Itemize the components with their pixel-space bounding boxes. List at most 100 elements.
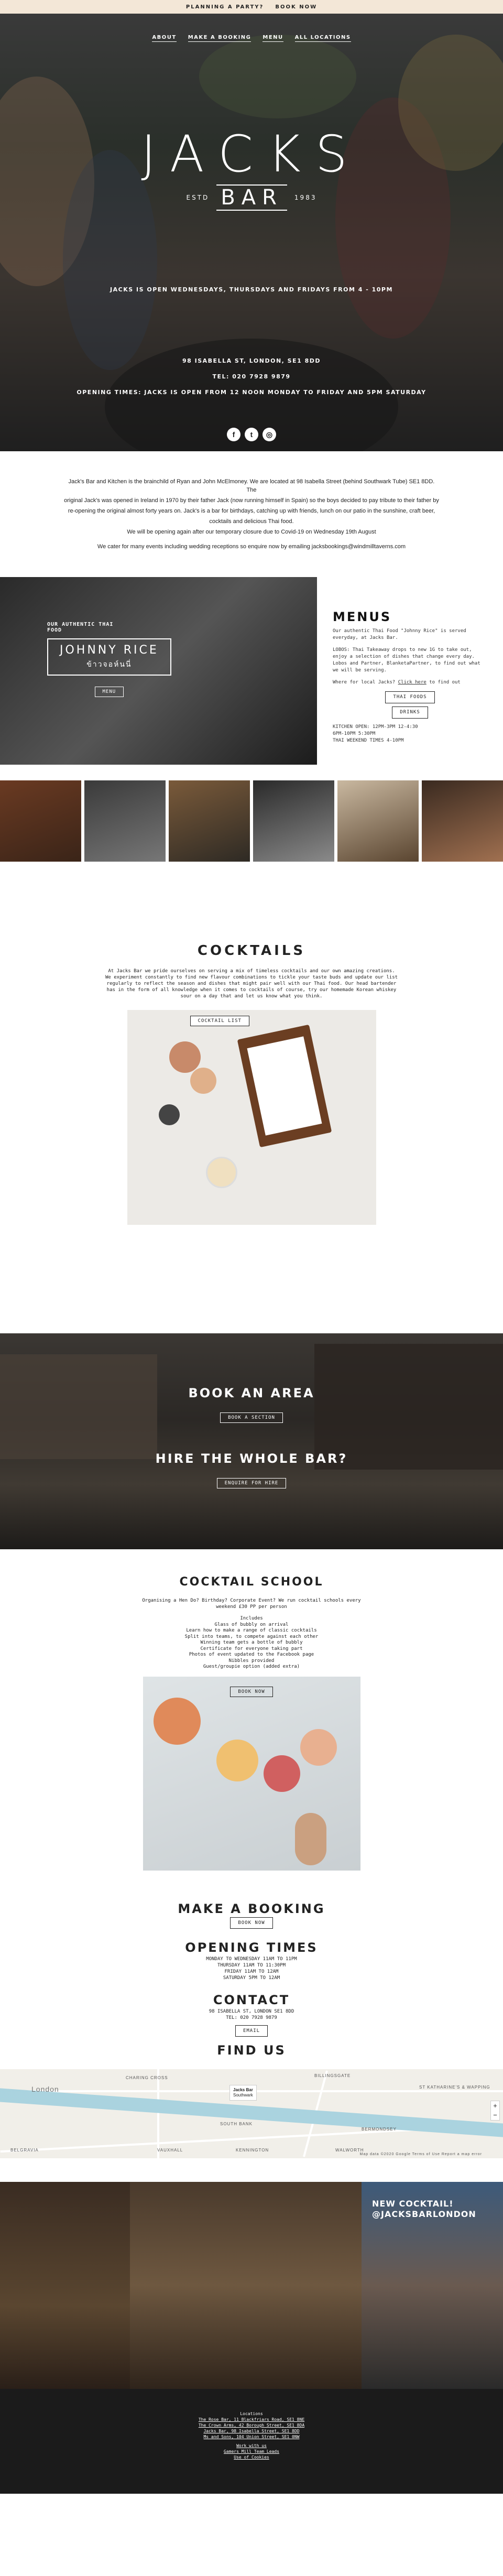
photo-shape [169, 1041, 201, 1073]
map-pin[interactable]: Jacks Bar Southwark [229, 2085, 257, 2101]
photo-shape [216, 1739, 258, 1781]
main-nav: ABOUT MAKE A BOOKING MENU ALL LOCATIONS [0, 35, 503, 42]
email-button[interactable]: EMAIL [235, 2025, 268, 2037]
hire-bar-title: HIRE THE WHOLE BAR? [155, 1451, 348, 1466]
contact-address: 98 ISABELLA ST, LONDON SE1 8DD [209, 2009, 294, 2014]
contact-title: CONTACT [213, 1993, 290, 2007]
menus-info: MENUS Our authentic Thai Food "Johnny Ri… [317, 577, 503, 765]
menus-title: MENUS [333, 610, 392, 624]
booking-button[interactable]: BOOK NOW [230, 1917, 273, 1929]
nav-make-a-booking[interactable]: MAKE A BOOKING [188, 35, 252, 42]
gallery-photo [337, 780, 419, 862]
hero-opening-times: OPENING TIMES: JACKS IS OPEN FROM 12 NOO… [76, 389, 427, 396]
footer-heading: Locations [240, 2411, 263, 2416]
johnny-rice-brand: JOHNNY RICE ข้าวจอห์นนี่ [47, 638, 171, 676]
logo-name: JACKS [141, 125, 362, 183]
instagram-icon[interactable]: ◎ [263, 428, 276, 441]
top-banner: PLANNING A PARTY? BOOK NOW [0, 0, 503, 14]
opening-times-title: OPENING TIMES [185, 1940, 318, 1955]
cocktail-list-button[interactable]: COCKTAIL LIST [190, 1016, 249, 1026]
cocktails-description: At Jacks Bar we pride ourselves on servi… [105, 969, 398, 999]
work-with-us-link[interactable]: Work with us [0, 2443, 503, 2449]
footer: Locations The Rose Bar, 11 Blackfriars R… [0, 2389, 503, 2494]
map-label: ST KATHARINE'S & WAPPING [419, 2085, 490, 2090]
hero-tel: TEL: 020 7928 9879 [212, 373, 291, 380]
map-label: KENNINGTON [236, 2148, 269, 2153]
hero-open-days: JACKS IS OPEN WEDNESDAYS, THURSDAYS AND … [110, 286, 393, 293]
booking-section: MAKE A BOOKING BOOK NOW [0, 1903, 503, 1929]
menus-tag-line: FOOD [47, 627, 62, 633]
map-label: CHARING CROSS [126, 2075, 168, 2080]
johnny-rice-title: JOHNNY RICE [60, 644, 159, 657]
opening-times-line: MONDAY TO WEDNESDAY 11AM TO 11PM [206, 1957, 297, 1962]
zoom-out-icon[interactable]: − [491, 2111, 499, 2120]
footer-credit-link[interactable]: Gamers Mill Team Leads [0, 2449, 503, 2454]
nav-all-locations[interactable]: ALL LOCATIONS [294, 35, 351, 42]
footer-location-link[interactable]: The Crown Arms, 42 Borough Street, SE1 8… [0, 2422, 503, 2428]
drinks-button[interactable]: DRINKS [392, 707, 428, 719]
map-label: VAUXHALL [157, 2148, 183, 2153]
intro-line: We will be opening again after our tempo… [127, 529, 376, 535]
photo-shape [153, 1697, 201, 1745]
map-credit: Map data ©2020 Google Terms of Use Repor… [359, 2153, 482, 2156]
enquire-hire-button[interactable]: ENQUIRE FOR HIRE [216, 1478, 287, 1488]
johnny-rice-menu-button[interactable]: MENU [94, 687, 124, 697]
photo-shape [158, 1104, 180, 1125]
gallery-photo [422, 780, 503, 862]
location-map[interactable]: SOUTH BANK London KENNINGTON BERMONDSEY … [0, 2069, 503, 2158]
contact-tel: TEL: 020 7928 9879 [226, 2015, 277, 2020]
logo-bar: BAR [216, 184, 287, 211]
thai-foods-button[interactable]: THAI FOODS [385, 691, 435, 703]
find-us-section: FIND US [0, 2043, 503, 2058]
photo-shape [300, 1729, 337, 1766]
nav-menu[interactable]: MENU [263, 35, 283, 42]
cocktail-school-photo: BOOK NOW [143, 1676, 360, 1871]
johnny-rice-thai: ข้าวจอห์นนี่ [86, 660, 132, 669]
social-links: f t ◎ [0, 428, 503, 441]
footer-location-link[interactable]: The Rose Bar, 11 Blackfriars Road, SE1 8… [0, 2417, 503, 2422]
intro-line: cocktails and delicious Thai food. [209, 518, 294, 525]
map-label: BILLINGSGATE [314, 2073, 351, 2078]
nav-about[interactable]: ABOUT [152, 35, 177, 42]
intro-line: Jack's Bar and Kitchen is the brainchild… [68, 479, 435, 493]
opening-times-line: THURSDAY 11AM TO 11:30PM [217, 1963, 286, 1968]
book-an-area-title: BOOK AN AREA [188, 1386, 315, 1400]
hero-photo-shape [199, 35, 356, 118]
map-road [157, 2069, 159, 2158]
kitchen-hours: KITCHEN OPEN: 12PM-3PM 12-4:30 6PM-10PM … [333, 724, 418, 743]
photo-strip [0, 780, 503, 862]
map-label: London [31, 2085, 59, 2093]
footer-location-link[interactable]: Jacks Bar, 98 Isabella Street, SE1 8DD [0, 2428, 503, 2434]
cocktail-school-section: COCKTAIL SCHOOL Organising a Hen Do? Bir… [0, 1549, 503, 1911]
click-here-link[interactable]: Click here [398, 680, 427, 685]
twitter-icon[interactable]: t [245, 428, 258, 441]
menus-section: OUR AUTHENTIC THAI FOOD JOHNNY RICE ข้าว… [0, 577, 503, 765]
map-label: BERMONDSEY [362, 2127, 397, 2132]
menus-text: Our authentic Thai Food "Johnny Rice" is… [333, 628, 466, 640]
menus-tag-line: OUR AUTHENTIC THAI [47, 622, 114, 627]
cocktails-section: COCKTAILS At Jacks Bar we pride ourselve… [0, 862, 503, 1333]
zoom-in-icon[interactable]: + [491, 2101, 499, 2111]
facebook-icon[interactable]: f [227, 428, 240, 441]
menus-text: LOBOS: Thai Takeaway drops to new 1G to … [333, 647, 480, 673]
map-label: WALWORTH [335, 2148, 364, 2153]
gallery-photo [253, 780, 334, 862]
school-book-now-button[interactable]: BOOK NOW [230, 1686, 273, 1697]
opening-times-line: FRIDAY 11AM TO 12AM [224, 1969, 279, 1974]
planning-party-link[interactable]: PLANNING A PARTY? [186, 4, 264, 10]
gallery-photo [84, 780, 166, 862]
intro-events: We cater for many events including weddi… [97, 544, 406, 550]
bottom-photos: NEW COCKTAIL! @JACKSBARLONDON [0, 2182, 503, 2389]
photo-shape [205, 1157, 237, 1188]
find-us-title: FIND US [217, 2043, 286, 2058]
map-label: SOUTH BANK [220, 2122, 253, 2126]
instagram-headline: NEW COCKTAIL! [372, 2199, 454, 2209]
book-a-section-button[interactable]: BOOK A SECTION [220, 1412, 283, 1423]
footer-location-link[interactable]: Ms and Sons, 104 Union Street, SE1 0NW [0, 2434, 503, 2440]
book-area-section: BOOK AN AREA BOOK A SECTION HIRE THE WHO… [0, 1333, 503, 1549]
hero-contact: 98 ISABELLA ST, LONDON, SE1 8DD TEL: 020… [0, 353, 503, 400]
cookies-link[interactable]: Use of Cookies [0, 2454, 503, 2460]
book-now-link[interactable]: BOOK NOW [275, 4, 317, 10]
johnny-rice-photo: OUR AUTHENTIC THAI FOOD JOHNNY RICE ข้าว… [0, 577, 317, 765]
jacks-bar-logo: JACKS ESTD BAR 1983 [0, 129, 503, 211]
